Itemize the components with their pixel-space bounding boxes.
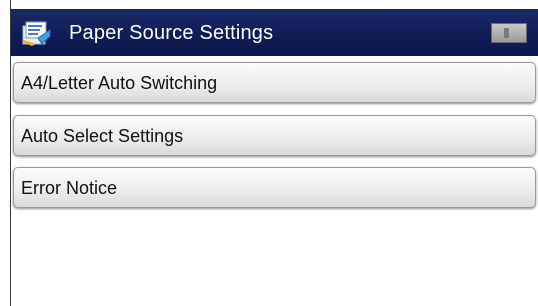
printer-lcd-screen: Paper Source Settings A4/Letter Auto Swi…: [0, 0, 538, 306]
page-title: Paper Source Settings: [69, 22, 274, 44]
paper-settings-icon: [22, 21, 51, 46]
menu-item-error-notice[interactable]: Error Notice: [13, 167, 536, 208]
menu-item-label: A4/Letter Auto Switching: [21, 73, 218, 93]
menu-item-a4-letter-auto-switching[interactable]: A4/Letter Auto Switching: [13, 62, 536, 103]
status-indicator-notch: [504, 28, 509, 38]
screen-bezel: [0, 0, 11, 306]
menu-item-label: Auto Select Settings: [21, 126, 184, 146]
title-bar: Paper Source Settings: [11, 9, 538, 56]
menu-item-label: Error Notice: [21, 178, 118, 198]
status-indicator-icon[interactable]: [491, 23, 527, 43]
menu-item-auto-select-settings[interactable]: Auto Select Settings: [13, 115, 536, 156]
